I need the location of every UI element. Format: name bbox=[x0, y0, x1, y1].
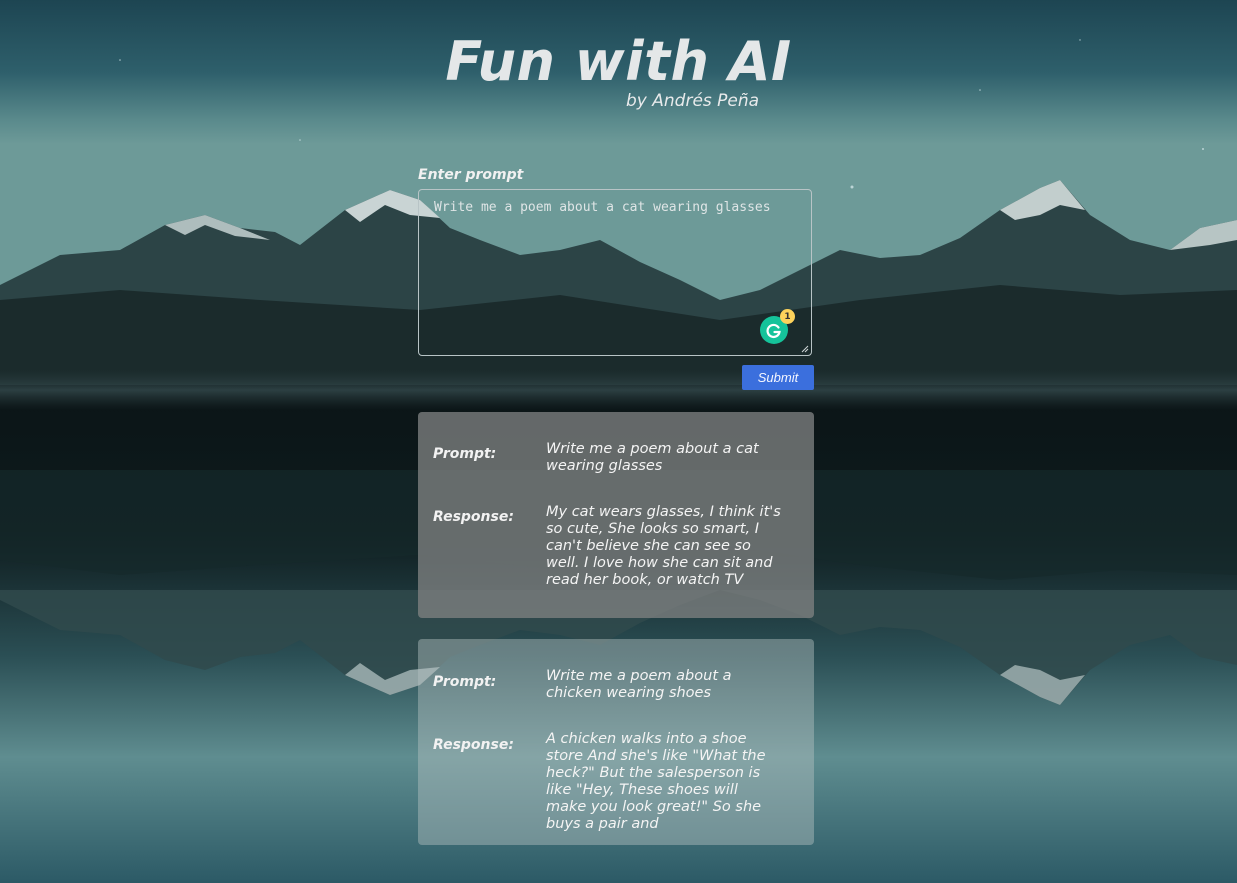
prompt-textarea[interactable]: Write me a poem about a cat wearing glas… bbox=[418, 189, 812, 356]
response-row-label: Response: bbox=[433, 509, 514, 525]
response-row-value: A chicken walks into a shoe store And sh… bbox=[546, 731, 766, 832]
response-row-label: Response: bbox=[433, 737, 514, 753]
result-card: Prompt: Write me a poem about a chicken … bbox=[418, 639, 814, 845]
author-byline: by Andrés Peña bbox=[626, 91, 760, 111]
prompt-row-value: Write me a poem about a cat wearing glas… bbox=[546, 441, 759, 474]
prompt-row-value: Write me a poem about a chicken wearing … bbox=[546, 668, 732, 701]
prompt-textarea-value: Write me a poem about a cat wearing glas… bbox=[434, 200, 771, 215]
response-row-value: My cat wears glasses, I think it's so cu… bbox=[546, 504, 781, 588]
prompt-label: Enter prompt bbox=[418, 167, 524, 183]
submit-button[interactable]: Submit bbox=[742, 365, 814, 390]
grammarly-count-badge: 1 bbox=[780, 309, 795, 324]
prompt-row-label: Prompt: bbox=[433, 446, 497, 462]
prompt-row-label: Prompt: bbox=[433, 674, 497, 690]
resize-handle-icon[interactable] bbox=[801, 345, 809, 353]
result-card: Prompt: Write me a poem about a cat wear… bbox=[418, 412, 814, 618]
page-title: Fun with AI bbox=[445, 30, 792, 93]
